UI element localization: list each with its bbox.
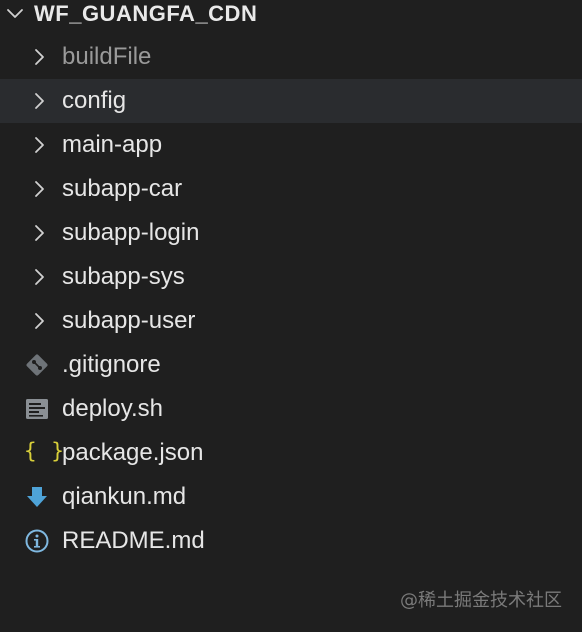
tree-file-package-json[interactable]: { } package.json bbox=[0, 431, 582, 475]
explorer-root-header[interactable]: WF_GUANGFA_CDN bbox=[0, 0, 582, 30]
tree-file-gitignore[interactable]: .gitignore bbox=[0, 343, 582, 387]
file-label: .gitignore bbox=[62, 351, 161, 378]
tree-folder-subapp-login[interactable]: subapp-login bbox=[0, 211, 582, 255]
chevron-right-icon bbox=[35, 225, 44, 241]
file-label: README.md bbox=[62, 527, 205, 554]
tree-folder-config[interactable]: config bbox=[0, 79, 582, 123]
git-icon bbox=[26, 354, 48, 376]
folder-label: subapp-user bbox=[62, 307, 196, 334]
folder-label: main-app bbox=[62, 131, 163, 158]
tree-folder-subapp-sys[interactable]: subapp-sys bbox=[0, 255, 582, 299]
tree-file-deploy-sh[interactable]: deploy.sh bbox=[0, 387, 582, 431]
markdown-download-icon bbox=[27, 487, 47, 507]
file-label: package.json bbox=[62, 439, 204, 466]
chevron-right-icon bbox=[35, 181, 44, 197]
chevron-right-icon bbox=[35, 269, 44, 285]
folder-label: config bbox=[62, 87, 127, 114]
folder-label: subapp-login bbox=[62, 219, 200, 246]
shell-script-icon bbox=[26, 399, 48, 419]
file-label: qiankun.md bbox=[62, 483, 187, 510]
root-folder-title: WF_GUANGFA_CDN bbox=[34, 1, 258, 26]
tree-file-qiankun-md[interactable]: qiankun.md bbox=[0, 475, 582, 519]
chevron-right-icon bbox=[35, 313, 44, 329]
file-explorer: WF_GUANGFA_CDN buildFile config main-app… bbox=[0, 0, 582, 632]
watermark-text: @稀土掘金技术社区 bbox=[400, 590, 562, 611]
json-braces-icon: { } bbox=[24, 439, 65, 463]
tree-folder-subapp-car[interactable]: subapp-car bbox=[0, 167, 582, 211]
chevron-down-icon[interactable] bbox=[5, 4, 25, 24]
info-icon bbox=[25, 529, 49, 553]
tree-file-readme-md[interactable]: README.md bbox=[0, 519, 582, 563]
tree-folder-subapp-user[interactable]: subapp-user bbox=[0, 299, 582, 343]
folder-label: buildFile bbox=[62, 43, 152, 70]
tree-folder-buildfile[interactable]: buildFile bbox=[0, 35, 582, 79]
file-label: deploy.sh bbox=[62, 395, 163, 422]
tree-folder-main-app[interactable]: main-app bbox=[0, 123, 582, 167]
folder-label: subapp-car bbox=[62, 175, 183, 202]
chevron-right-icon bbox=[35, 49, 44, 65]
chevron-right-icon bbox=[35, 137, 44, 153]
chevron-right-icon bbox=[35, 93, 44, 109]
folder-label: subapp-sys bbox=[62, 263, 185, 290]
